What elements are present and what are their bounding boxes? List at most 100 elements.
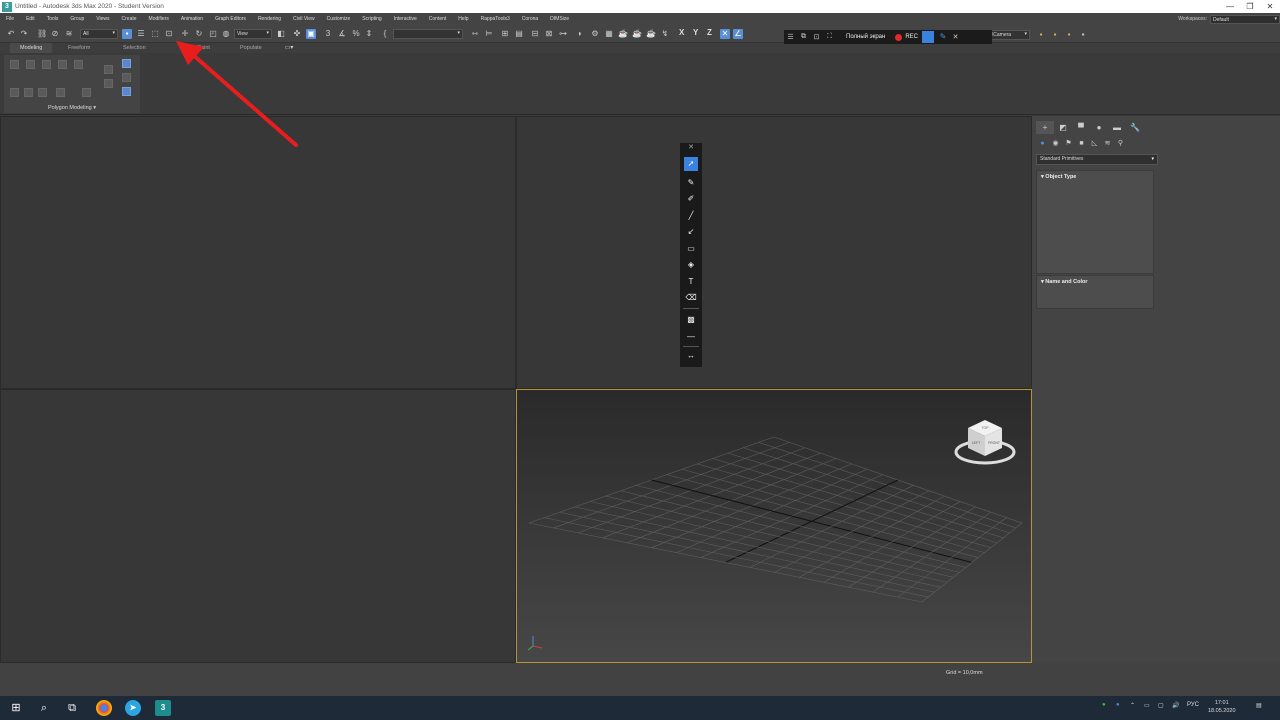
render-to-texture-icon[interactable]: ▪: [1078, 30, 1088, 40]
render-frame-icon[interactable]: ▪: [1064, 30, 1074, 40]
create-tab-icon[interactable]: +: [1036, 121, 1054, 134]
polygon-icon[interactable]: [58, 60, 67, 69]
use-displace-icon[interactable]: [122, 59, 131, 68]
line-tool-icon[interactable]: ╱: [684, 209, 698, 223]
fill-tool-icon[interactable]: ◈: [684, 258, 698, 272]
tray-display-icon[interactable]: ▢: [1158, 702, 1164, 709]
axis-constraint-z[interactable]: Z: [707, 28, 712, 37]
quick-slice-icon[interactable]: [122, 73, 131, 82]
select-object-icon[interactable]: ▪: [122, 29, 132, 39]
tray-app-icon[interactable]: ●: [1102, 702, 1106, 708]
modify-mode-icon[interactable]: [10, 88, 19, 97]
edge-icon[interactable]: [26, 60, 35, 69]
menu-scripting[interactable]: Scripting: [362, 16, 381, 22]
minimize-button[interactable]: —: [1220, 0, 1240, 13]
tray-network-icon[interactable]: ▭: [1144, 702, 1150, 709]
chrome-icon[interactable]: [96, 700, 112, 716]
lights-icon[interactable]: ⚑: [1062, 138, 1075, 150]
utilities-tab-icon[interactable]: 🔧: [1126, 121, 1144, 134]
panel-label-polygon-modeling[interactable]: Polygon Modeling ▾: [4, 105, 140, 111]
telegram-icon[interactable]: ➤: [125, 700, 141, 716]
named-selection-dropdown[interactable]: [393, 29, 463, 39]
selection-filter-dropdown[interactable]: All: [80, 29, 118, 39]
task-view-icon[interactable]: ⧉: [64, 700, 80, 716]
vertex-icon[interactable]: [10, 60, 19, 69]
render-iterative-icon[interactable]: ☕: [632, 29, 642, 39]
clock[interactable]: 17:01 18.05.2020: [1208, 699, 1236, 715]
toggle-ribbon-icon[interactable]: ⊟: [530, 29, 540, 39]
tray-chevron-icon[interactable]: ⌃: [1130, 702, 1135, 709]
bind-spacewarp-icon[interactable]: ≋: [64, 29, 74, 39]
stop-square-icon[interactable]: [922, 31, 935, 43]
pen-tool-icon[interactable]: ✎: [684, 176, 698, 190]
render-production-icon[interactable]: ☕: [618, 29, 628, 39]
viewport-left[interactable]: [0, 389, 516, 663]
menu-tools[interactable]: Tools: [47, 16, 59, 22]
menu-civil-view[interactable]: Civil View: [293, 16, 315, 22]
pin-stack-icon[interactable]: [122, 87, 131, 96]
border-icon[interactable]: [42, 60, 51, 69]
rollout-object-type-header[interactable]: ▾ Object Type: [1037, 171, 1153, 183]
primitive-type-dropdown[interactable]: Standard Primitives: [1036, 154, 1158, 165]
axis-constraint-y[interactable]: Y: [693, 28, 698, 37]
menu-file[interactable]: File: [6, 16, 14, 22]
mirror-icon[interactable]: ⇿: [470, 29, 480, 39]
named-sets-icon[interactable]: ▪: [1036, 30, 1046, 40]
render-online-icon[interactable]: ↯: [660, 29, 670, 39]
menu-edit[interactable]: Edit: [26, 16, 35, 22]
material-editor-icon[interactable]: ◑: [574, 29, 584, 39]
rect-selection-icon[interactable]: ⬚: [150, 29, 160, 39]
menu-interactive[interactable]: Interactive: [394, 16, 417, 22]
view-cube[interactable]: TOP LEFT FRONT: [954, 418, 1016, 470]
angle-snap-icon[interactable]: ∡: [337, 29, 347, 39]
viewport-top[interactable]: [0, 116, 516, 389]
search-icon[interactable]: ⌕: [36, 700, 52, 716]
opacity-icon[interactable]: ▩: [684, 313, 698, 327]
pointer-icon[interactable]: ➚: [684, 157, 698, 171]
select-by-name-icon[interactable]: ☰: [136, 29, 146, 39]
region-capture-icon[interactable]: ⊡: [810, 33, 823, 41]
element-icon[interactable]: [74, 60, 83, 69]
3ds-max-taskbar-icon[interactable]: 3: [155, 700, 171, 716]
notifications-icon[interactable]: ▤: [1256, 702, 1262, 709]
menu-create[interactable]: Create: [122, 16, 137, 22]
menu-help[interactable]: Help: [458, 16, 468, 22]
window-capture-icon[interactable]: ⧉: [797, 33, 810, 41]
arrow-tool-icon[interactable]: ↙: [684, 225, 698, 239]
undo-icon[interactable]: ↶: [6, 29, 16, 39]
viewport-front[interactable]: [516, 116, 1032, 389]
menu-icon[interactable]: ☰: [784, 33, 797, 41]
schematic-view-icon[interactable]: ⊶: [558, 29, 568, 39]
motion-tab-icon[interactable]: ●: [1090, 121, 1108, 134]
cameras-icon[interactable]: ■: [1075, 138, 1088, 150]
menu-views[interactable]: Views: [96, 16, 109, 22]
eraser-icon[interactable]: ⌫: [684, 291, 698, 305]
hierarchy-tab-icon[interactable]: ▀: [1072, 121, 1090, 134]
close-button[interactable]: ✕: [1260, 0, 1280, 13]
display-tab-icon[interactable]: ▬: [1108, 121, 1126, 134]
rendered-frame-icon[interactable]: ▦: [604, 29, 614, 39]
tab-modeling[interactable]: Modeling: [10, 43, 53, 53]
pen-icon[interactable]: ✎: [937, 31, 949, 43]
axis-constraint-x[interactable]: X: [679, 28, 684, 37]
menu-content[interactable]: Content: [429, 16, 447, 22]
render-setup-icon[interactable]: ⚙: [590, 29, 600, 39]
line-width-icon[interactable]: —: [684, 330, 698, 344]
snap-toggle-icon[interactable]: 3: [323, 29, 333, 39]
systems-icon[interactable]: ⚲: [1114, 138, 1127, 150]
collapse-stack-icon[interactable]: [38, 88, 47, 97]
menu-corona[interactable]: Corona: [522, 16, 538, 22]
rectangle-tool-icon[interactable]: ▭: [684, 242, 698, 256]
teapot-render-icon[interactable]: ▪: [1050, 30, 1060, 40]
tab-selection[interactable]: Selection: [113, 43, 156, 53]
show-end-result-icon[interactable]: [56, 88, 65, 97]
axis-xy-icon[interactable]: ✕: [720, 29, 730, 39]
workspaces-dropdown[interactable]: Default: [1210, 14, 1280, 24]
menu-modifiers[interactable]: Modifiers: [149, 16, 169, 22]
align-icon[interactable]: ⊨: [484, 29, 494, 39]
menu-dimsize[interactable]: DIMSize: [550, 16, 569, 22]
preserve-uvs-icon[interactable]: [104, 65, 113, 74]
tray-telegram-icon[interactable]: ●: [1116, 702, 1120, 708]
start-icon[interactable]: ⊞: [8, 700, 24, 716]
palette-close-icon[interactable]: ✕: [684, 143, 698, 152]
